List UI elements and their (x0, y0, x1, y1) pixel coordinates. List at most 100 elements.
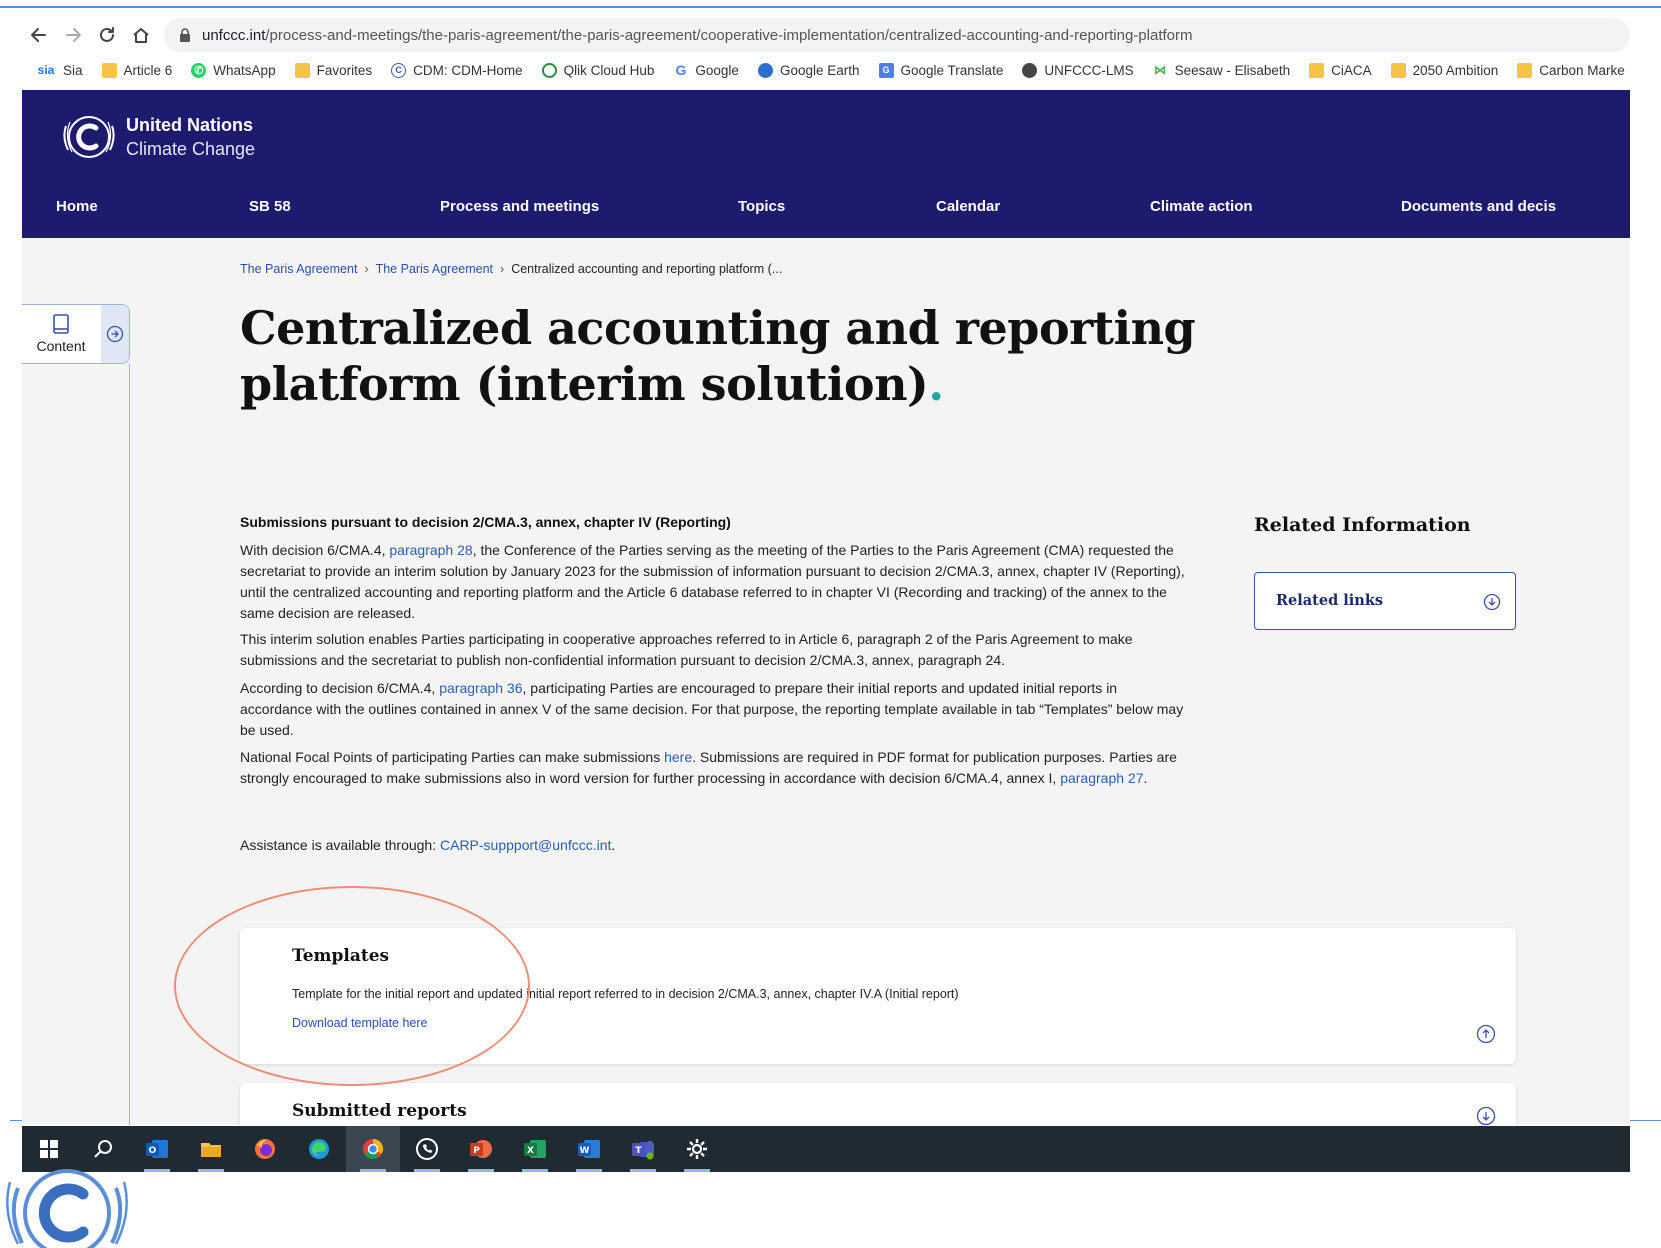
nav-home[interactable]: Home (56, 198, 98, 215)
taskbar-running-indicator (630, 1169, 656, 1172)
edge-icon (309, 1139, 329, 1159)
bookmark-whatsapp[interactable]: ✆ WhatsApp (191, 62, 276, 78)
templates-title[interactable]: Templates (292, 946, 389, 966)
title-accent-dot: . (928, 357, 944, 411)
address-bar[interactable]: unfccc.int/process-and-meetings/the-pari… (164, 18, 1630, 52)
taskbar-edge[interactable] (292, 1126, 346, 1172)
bookmark-google-translate[interactable]: G Google Translate (878, 62, 1003, 78)
templates-description: Template for the initial report and upda… (292, 987, 959, 1001)
unfccc-emblem-icon (63, 116, 115, 158)
taskbar-running-indicator (360, 1169, 386, 1172)
svg-text:W: W (580, 1146, 590, 1156)
bookmark-google-earth[interactable]: Google Earth (757, 62, 860, 78)
url-host: unfccc.int (202, 26, 266, 44)
google-earth-icon (757, 62, 773, 78)
back-button[interactable] (22, 18, 56, 52)
bookmark-sia[interactable]: sia Sia (36, 63, 83, 78)
whatsapp-icon (416, 1138, 438, 1160)
site-header: United Nations Climate Change Home SB 58… (22, 90, 1630, 238)
taskbar-running-indicator (522, 1169, 548, 1172)
submitted-reports-card[interactable]: Submitted reports (240, 1083, 1516, 1125)
nav-topics[interactable]: Topics (738, 198, 785, 215)
taskbar-chrome[interactable] (346, 1126, 400, 1172)
paragraph-2: This interim solution enables Parties pa… (240, 631, 1133, 668)
taskbar-running-indicator (468, 1169, 494, 1172)
nav-documents-and-decisions[interactable]: Documents and decis (1401, 198, 1556, 215)
taskbar-powerpoint[interactable]: P (454, 1126, 508, 1172)
taskbar-running-indicator (144, 1169, 170, 1172)
link-here[interactable]: here (664, 749, 692, 765)
taskbar-firefox[interactable] (238, 1126, 292, 1172)
bookmark-ciaca[interactable]: CiACA (1309, 62, 1372, 78)
taskbar-outlook[interactable]: O (130, 1126, 184, 1172)
related-information-title: Related Information (1254, 514, 1471, 536)
lock-icon (180, 28, 190, 42)
breadcrumb-item-paris-agreement-1[interactable]: The Paris Agreement (240, 262, 357, 276)
taskbar-running-indicator (198, 1169, 224, 1172)
paragraph-3: According to decision 6/CMA.4, paragraph… (240, 680, 1184, 738)
sidebar-line (129, 364, 130, 1125)
folder-icon (1390, 62, 1406, 78)
unfccc-emblem-icon (6, 1169, 128, 1248)
link-paragraph-28[interactable]: paragraph 28 (389, 542, 472, 558)
paragraph-5: Assistance is available through: CARP-su… (240, 837, 616, 853)
reload-button[interactable] (90, 18, 124, 52)
settings-icon (687, 1139, 707, 1159)
bookmark-2050-ambition[interactable]: 2050 Ambition (1390, 62, 1498, 78)
bookmark-seesaw[interactable]: ⋈ Seesaw - Elisabeth (1153, 63, 1290, 78)
content-toggle[interactable]: Content (22, 304, 130, 364)
taskbar-whatsapp[interactable] (400, 1126, 454, 1172)
breadcrumb: The Paris Agreement › The Paris Agreement ›… (240, 262, 782, 276)
nav-climate-action[interactable]: Climate action (1150, 198, 1253, 215)
home-button[interactable] (124, 18, 158, 52)
bookmark-cdm[interactable]: C CDM: CDM-Home (391, 62, 523, 78)
file-explorer-icon (201, 1143, 221, 1157)
cdm-icon: C (391, 62, 407, 78)
link-paragraph-36[interactable]: paragraph 36 (439, 680, 522, 696)
bookmark-google[interactable]: G Google (673, 62, 739, 78)
bookmark-qlik[interactable]: Qlik Cloud Hub (541, 62, 654, 78)
logo-line2: Climate Change (126, 139, 256, 159)
teams-icon: T (632, 1141, 654, 1160)
templates-card: Templates Template for the initial repor… (240, 928, 1516, 1064)
chevron-right-icon: › (500, 262, 505, 276)
bookmark-favorites[interactable]: Favorites (294, 62, 372, 78)
related-links-dropdown[interactable]: Related links (1254, 572, 1516, 630)
taskbar-excel[interactable]: X (508, 1126, 562, 1172)
bookmark-carbon-markets[interactable]: Carbon Marke (1517, 62, 1625, 78)
bookmark-article-6[interactable]: Article 6 (101, 62, 172, 78)
arrow-circle-up-icon[interactable] (1476, 1024, 1496, 1044)
taskbar-teams[interactable]: T (616, 1126, 670, 1172)
link-paragraph-27[interactable]: paragraph 27 (1060, 770, 1143, 786)
nav-process-and-meetings[interactable]: Process and meetings (440, 198, 599, 215)
whatsapp-icon: ✆ (191, 62, 207, 78)
breadcrumb-item-paris-agreement-2[interactable]: The Paris Agreement (376, 262, 493, 276)
taskbar-file-explorer[interactable] (184, 1126, 238, 1172)
arrow-circle-down-icon (1483, 593, 1501, 611)
forward-button[interactable] (56, 18, 90, 52)
taskbar-settings[interactable] (670, 1126, 724, 1172)
powerpoint-icon: P (470, 1140, 492, 1158)
firefox-icon (255, 1139, 275, 1159)
submitted-reports-title: Submitted reports (292, 1101, 467, 1121)
nav-sb58[interactable]: SB 58 (249, 198, 291, 215)
expand-sidebar-button[interactable] (101, 305, 129, 363)
bookmark-unfccc-lms[interactable]: UNFCCC-LMS (1022, 62, 1134, 78)
page-title: Centralized accounting and reporting pla… (240, 301, 1196, 411)
outlook-icon: O (146, 1140, 168, 1158)
logo-line1: United Nations (126, 115, 254, 135)
download-template-link[interactable]: Download template here (292, 1016, 428, 1030)
nav-calendar[interactable]: Calendar (936, 198, 1000, 215)
link-carp-support-email[interactable]: CARP-suppport@unfccc.int (440, 837, 611, 853)
unfccc-logo[interactable]: United Nations Climate Change (60, 112, 255, 162)
paragraph-1: With decision 6/CMA.4, paragraph 28, the… (240, 542, 1185, 621)
qlik-icon (541, 62, 557, 78)
google-translate-icon: G (878, 62, 894, 78)
taskbar-running-indicator (576, 1169, 602, 1172)
arrow-circle-down-icon[interactable] (1476, 1106, 1496, 1125)
svg-text:O: O (149, 1146, 157, 1156)
content-label: Content (36, 338, 86, 354)
taskbar-word[interactable]: W (562, 1126, 616, 1172)
paragraph-4: National Focal Points of participating P… (240, 749, 1177, 786)
top-rule (0, 6, 1661, 8)
